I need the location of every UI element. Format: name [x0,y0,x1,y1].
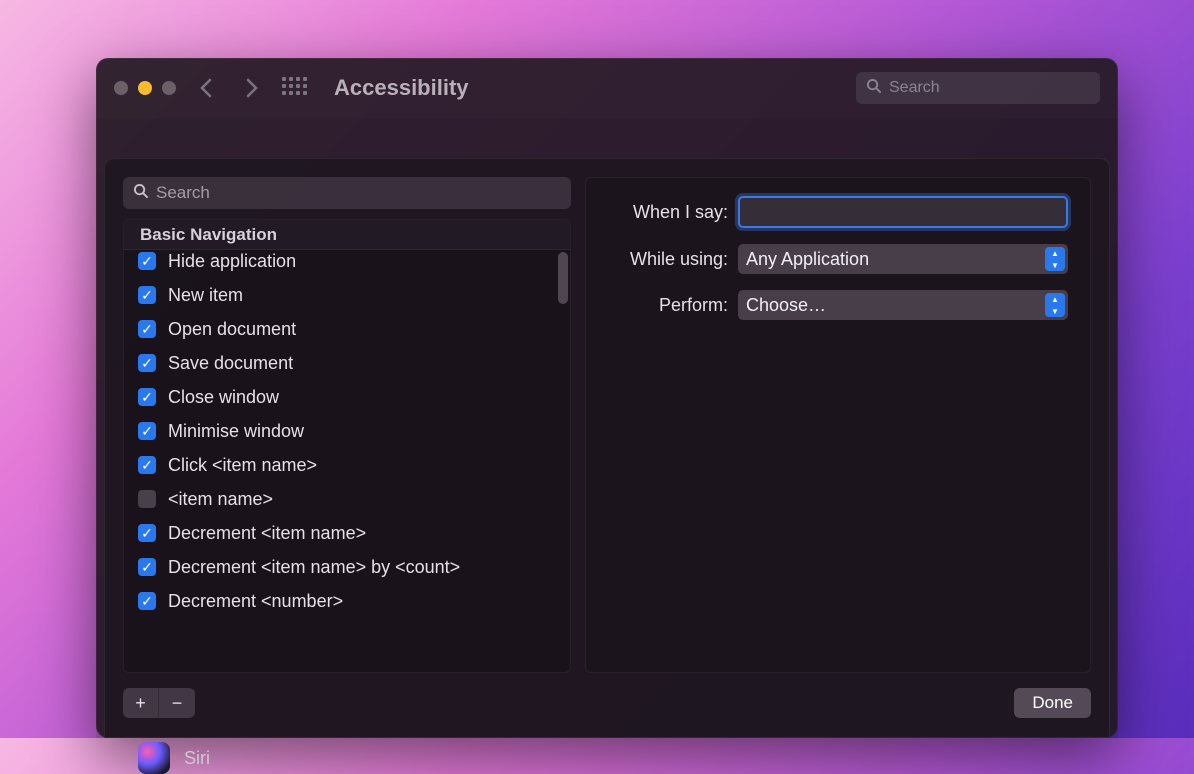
plus-icon: + [135,693,146,714]
perform-label: Perform: [608,295,728,316]
when-i-say-input[interactable] [738,196,1068,228]
command-label: Decrement <item name> [168,523,366,544]
select-stepper-icon: ▲▼ [1045,293,1065,317]
command-label: <item name> [168,489,273,510]
siri-icon [138,742,170,774]
voice-control-commands-sheet: Basic Navigation ✓ Hide application ✓ New i… [104,158,1110,738]
command-row[interactable]: ✓ Decrement <item name> by <count> [124,550,570,584]
command-checkbox[interactable]: ✓ [138,456,156,474]
command-row[interactable]: ✓ Save document [124,346,570,380]
command-row[interactable]: ✓ Hide application [124,250,570,278]
command-checkbox[interactable]: ✓ [138,592,156,610]
chevron-right-icon [245,78,259,98]
command-row[interactable]: ✓ Minimise window [124,414,570,448]
command-detail-panel: When I say: While using: Any Application… [585,177,1091,673]
window-title: Accessibility [334,75,469,101]
add-remove-group: + − [123,688,195,718]
command-checkbox[interactable]: ✓ [138,320,156,338]
perform-select[interactable]: Choose… ▲▼ [738,290,1068,320]
command-row[interactable]: ✓ Decrement <item name> [124,516,570,550]
commands-search-input[interactable] [156,183,561,203]
command-row[interactable]: ✓ Open document [124,312,570,346]
command-row[interactable]: ✓ New item [124,278,570,312]
chevron-left-icon [199,78,213,98]
command-checkbox[interactable] [138,490,156,508]
command-label: Minimise window [168,421,304,442]
command-label: Open document [168,319,296,340]
while-using-value: Any Application [746,249,869,270]
scrollbar-thumb[interactable] [558,252,568,304]
command-label: Click <item name> [168,455,317,476]
add-command-button[interactable]: + [123,688,159,718]
show-all-button[interactable] [282,77,308,99]
forward-button[interactable] [236,72,268,104]
zoom-window-button[interactable] [162,81,176,95]
command-row[interactable]: ✓ Decrement <number> [124,584,570,618]
done-button[interactable]: Done [1014,688,1091,718]
sidebar-item-siri[interactable]: Siri [138,742,210,774]
titlebar: Accessibility [96,58,1118,118]
command-label: New item [168,285,243,306]
command-row[interactable]: <item name> [124,482,570,516]
command-label: Decrement <item name> by <count> [168,557,460,578]
command-checkbox[interactable]: ✓ [138,524,156,542]
system-preferences-window: Accessibility Siri Basi [96,58,1118,738]
command-checkbox[interactable]: ✓ [138,354,156,372]
remove-command-button[interactable]: − [159,688,195,718]
minus-icon: − [172,693,183,714]
command-row[interactable]: ✓ Click <item name> [124,448,570,482]
commands-column: Basic Navigation ✓ Hide application ✓ New i… [123,177,571,673]
toolbar-search[interactable] [856,72,1100,104]
command-checkbox[interactable]: ✓ [138,388,156,406]
command-label: Save document [168,353,293,374]
command-label: Close window [168,387,279,408]
command-checkbox[interactable]: ✓ [138,422,156,440]
perform-value: Choose… [746,295,826,316]
back-button[interactable] [190,72,222,104]
siri-label: Siri [184,748,210,769]
minimize-window-button[interactable] [138,81,152,95]
command-checkbox[interactable]: ✓ [138,558,156,576]
command-label: Hide application [168,251,296,272]
while-using-select[interactable]: Any Application ▲▼ [738,244,1068,274]
toolbar-search-input[interactable] [889,79,1096,97]
close-window-button[interactable] [114,81,128,95]
commands-section-header: Basic Navigation [124,220,570,250]
traffic-lights [114,81,176,95]
while-using-label: While using: [608,249,728,270]
commands-search[interactable] [123,177,571,209]
search-icon [866,78,881,98]
command-checkbox[interactable]: ✓ [138,252,156,270]
search-icon [133,183,148,203]
command-checkbox[interactable]: ✓ [138,286,156,304]
command-label: Decrement <number> [168,591,343,612]
when-i-say-label: When I say: [608,202,728,223]
select-stepper-icon: ▲▼ [1045,247,1065,271]
commands-list: Basic Navigation ✓ Hide application ✓ New i… [123,219,571,673]
sheet-footer: + − Done [123,673,1091,719]
command-row[interactable]: ✓ Close window [124,380,570,414]
